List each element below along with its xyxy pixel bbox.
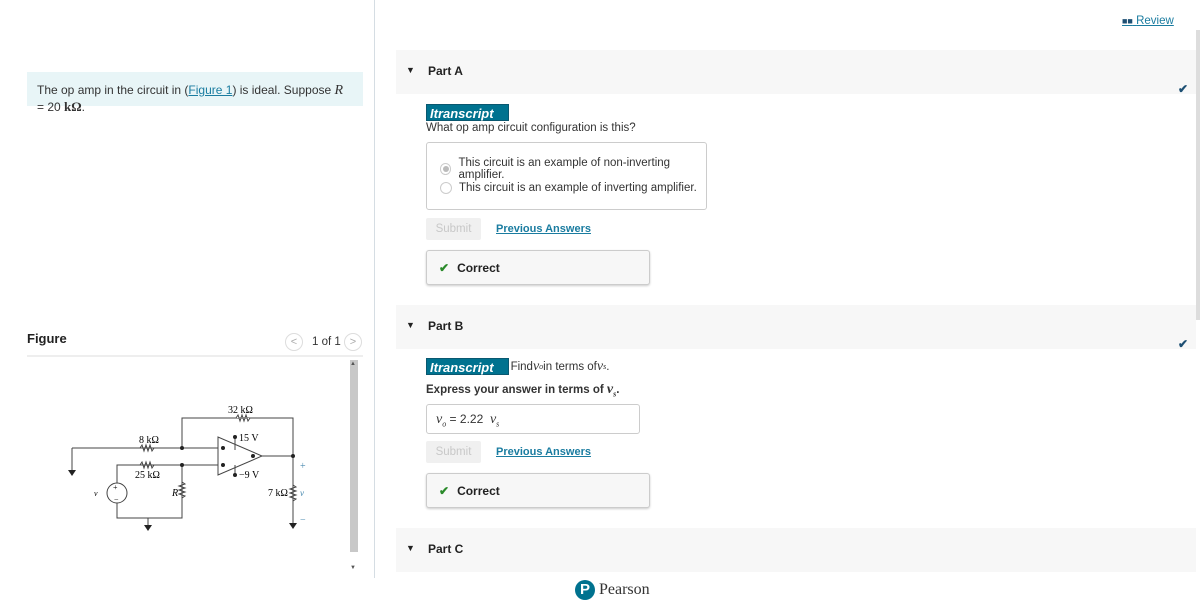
submit-button[interactable]: Submit bbox=[426, 218, 481, 240]
part-c-header[interactable]: ▼ Part C bbox=[396, 528, 1196, 572]
part-b-header[interactable]: ▼ Part B ✔ bbox=[396, 305, 1196, 351]
ground-icon bbox=[68, 470, 76, 476]
feedback-correct: ✔ Correct bbox=[426, 250, 650, 285]
transcript-badge[interactable]: Itranscript bbox=[426, 358, 509, 375]
check-icon: ✔ bbox=[439, 484, 450, 498]
part-a-header[interactable]: ▼ Part A ✔ bbox=[396, 50, 1196, 96]
svg-text:−: − bbox=[114, 495, 119, 504]
collapse-icon: ▼ bbox=[406, 65, 415, 75]
svg-text:+: + bbox=[113, 483, 118, 492]
svg-text:15 V: 15 V bbox=[239, 433, 259, 444]
svg-text:R: R bbox=[171, 488, 178, 499]
page-scrollbar[interactable] bbox=[1196, 30, 1200, 320]
question-text: What op amp circuit configuration is thi… bbox=[426, 122, 636, 134]
ground-icon bbox=[144, 525, 152, 531]
pearson-p-icon: P bbox=[575, 580, 595, 600]
pearson-logo: P Pearson bbox=[575, 580, 650, 600]
check-icon: ✔ bbox=[439, 261, 450, 275]
svg-text:−9 V: −9 V bbox=[239, 470, 260, 481]
svg-text:−: − bbox=[300, 515, 306, 526]
svg-text:+: + bbox=[300, 461, 306, 472]
question-text: Itranscript Find vo in terms of vs. bbox=[426, 358, 609, 375]
answer-field[interactable]: vo = 2.22 vs bbox=[426, 404, 640, 434]
ground-icon bbox=[289, 523, 297, 529]
svg-text:v: v bbox=[300, 488, 304, 498]
choice-non-inverting[interactable]: This circuit is an example of non-invert… bbox=[440, 157, 706, 181]
complete-check-icon: ✔ bbox=[1177, 82, 1188, 96]
submit-button[interactable]: Submit bbox=[426, 441, 481, 463]
svg-text:32 kΩ: 32 kΩ bbox=[228, 405, 253, 416]
svg-text:8 kΩ: 8 kΩ bbox=[139, 435, 159, 446]
previous-answers-link[interactable]: Previous Answers bbox=[496, 223, 591, 235]
instruction-text: Express your answer in terms of vs. bbox=[426, 382, 620, 399]
feedback-correct: ✔ Correct bbox=[426, 473, 650, 508]
radio-button bbox=[440, 182, 452, 194]
choice-group: This circuit is an example of non-invert… bbox=[426, 142, 707, 210]
book-icon: ■■ bbox=[1122, 16, 1133, 26]
collapse-icon: ▼ bbox=[406, 543, 415, 553]
svg-text:25 kΩ: 25 kΩ bbox=[135, 470, 160, 481]
svg-text:7 kΩ: 7 kΩ bbox=[268, 488, 288, 499]
transcript-badge[interactable]: Itranscript bbox=[426, 104, 509, 121]
complete-check-icon: ✔ bbox=[1177, 337, 1188, 351]
collapse-icon: ▼ bbox=[406, 320, 415, 330]
review-link[interactable]: ■■ Review bbox=[1122, 15, 1174, 27]
radio-button bbox=[440, 163, 452, 175]
previous-answers-link[interactable]: Previous Answers bbox=[496, 446, 591, 458]
circuit-diagram: 32 kΩ 8 kΩ 25 kΩ 15 V −9 V R 7 kΩ v + − … bbox=[68, 405, 306, 531]
choice-inverting[interactable]: This circuit is an example of inverting … bbox=[440, 182, 697, 194]
svg-text:v: v bbox=[94, 489, 98, 498]
wire bbox=[116, 464, 218, 483]
